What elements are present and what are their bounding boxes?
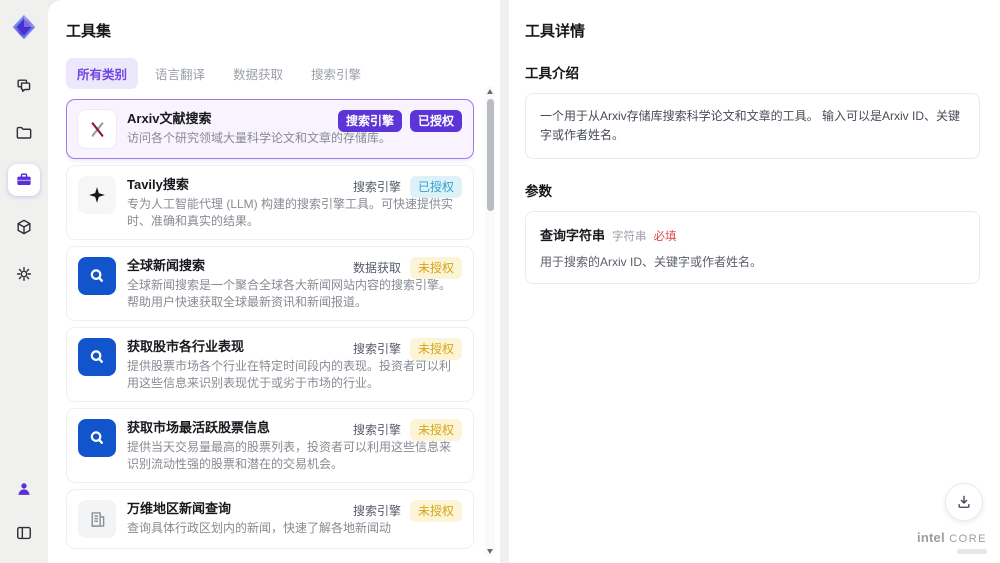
detail-title: 工具详情 bbox=[525, 23, 586, 40]
nav-rail bbox=[0, 0, 48, 563]
building-news-icon bbox=[78, 500, 116, 539]
auth-status-badge: 未授权 bbox=[409, 338, 462, 361]
list-scrollbar[interactable] bbox=[485, 86, 495, 557]
category-badge: 搜索引擎 bbox=[352, 423, 401, 438]
category-tabs: 所有类别 语言翻译 数据获取 搜索引擎 bbox=[66, 58, 474, 89]
auth-status-badge: 未授权 bbox=[409, 500, 462, 523]
intel-core-logo: intel CORE bbox=[917, 530, 987, 554]
tab-language-translation[interactable]: 语言翻译 bbox=[144, 58, 216, 89]
auth-status-badge: 未授权 bbox=[409, 257, 462, 280]
scrollbar-down-arrow[interactable] bbox=[487, 549, 493, 554]
category-badge: 搜索引擎 bbox=[337, 110, 402, 132]
magnifier-icon bbox=[78, 257, 116, 296]
param-type: 字符串 bbox=[612, 231, 647, 244]
chat-icon[interactable] bbox=[8, 70, 40, 102]
toolbox-icon[interactable] bbox=[8, 164, 40, 196]
tab-all-categories[interactable]: 所有类别 bbox=[66, 58, 139, 89]
download-icon bbox=[958, 495, 970, 508]
scrollbar-up-arrow[interactable] bbox=[487, 89, 493, 94]
category-badge: 数据获取 bbox=[352, 261, 401, 276]
tool-description: 提供股票市场各个行业在特定时间段内的表现。投资者可以利用这些信息来识别表现优于或… bbox=[127, 359, 452, 390]
main-content: 工具集 所有类别 语言翻译 数据获取 搜索引擎 Arxiv文献搜索 访问各个研究… bbox=[48, 0, 1000, 563]
core-wordmark: CORE bbox=[949, 533, 987, 545]
settings-gear-icon[interactable] bbox=[8, 258, 40, 290]
magnifier-icon bbox=[78, 419, 116, 458]
rail-nav bbox=[8, 70, 40, 290]
tool-description: 全球新闻搜索是一个聚合全球各大新闻网站内容的搜索引擎。帮助用户快速获取全球最新资… bbox=[127, 278, 452, 309]
tab-search-engine[interactable]: 搜索引擎 bbox=[300, 58, 372, 89]
cube-icon[interactable] bbox=[8, 211, 40, 243]
tool-description: 专为人工智能代理 (LLM) 构建的搜索引擎工具。可快速提供实时、准确和真实的结… bbox=[127, 197, 454, 228]
category-badge: 搜索引擎 bbox=[352, 504, 401, 519]
magnifier-icon bbox=[78, 338, 116, 377]
panel-toggle-icon[interactable] bbox=[8, 517, 40, 549]
tool-detail-panel: 工具详情 工具介绍 一个用于从Arxiv存储库搜索科学论文和文章的工具。 输入可… bbox=[509, 0, 1000, 563]
tool-card-arxiv[interactable]: Arxiv文献搜索 访问各个研究领域大量科学论文和文章的存储库。 搜索引擎 已授… bbox=[66, 99, 474, 159]
tavily-star-icon bbox=[78, 176, 116, 214]
auth-status-badge: 未授权 bbox=[409, 419, 462, 442]
auth-status-badge: 已授权 bbox=[409, 176, 462, 198]
tool-card-global-news[interactable]: 全球新闻搜索 全球新闻搜索是一个聚合全球各大新闻网站内容的搜索引擎。帮助用户快速… bbox=[66, 246, 474, 322]
brand-sub-bar bbox=[957, 549, 987, 554]
app-logo-icon bbox=[9, 12, 39, 42]
tool-description: 提供当天交易量最高的股票列表，投资者可以利用这些信息来识别流动性强的股票和潜在的… bbox=[127, 440, 452, 471]
category-badge: 搜索引擎 bbox=[352, 180, 401, 194]
tab-data-fetch[interactable]: 数据获取 bbox=[222, 58, 294, 89]
page-title: 工具集 bbox=[66, 23, 112, 40]
folder-icon[interactable] bbox=[8, 117, 40, 149]
param-box: 查询字符串 字符串 必填 用于搜索的Arxiv ID、关键字或作者姓名。 bbox=[525, 211, 980, 285]
rail-bottom bbox=[8, 473, 40, 549]
tools-list: Arxiv文献搜索 访问各个研究领域大量科学论文和文章的存储库。 搜索引擎 已授… bbox=[66, 99, 474, 554]
scrollbar-thumb[interactable] bbox=[486, 99, 494, 211]
tool-card-sector-performance[interactable]: 获取股市各行业表现 提供股票市场各个行业在特定时间段内的表现。投资者可以利用这些… bbox=[66, 327, 474, 403]
param-required-flag: 必填 bbox=[653, 231, 677, 244]
intro-box: 一个用于从Arxiv存储库搜索科学论文和文章的工具。 输入可以是Arxiv ID… bbox=[525, 93, 980, 160]
param-description: 用于搜索的Arxiv ID、关键字或作者姓名。 bbox=[540, 255, 763, 270]
download-button[interactable] bbox=[945, 483, 983, 521]
user-avatar-icon[interactable] bbox=[8, 473, 40, 505]
panel-divider bbox=[500, 0, 509, 563]
params-heading: 参数 bbox=[525, 184, 552, 200]
arxiv-x-icon bbox=[78, 110, 116, 148]
auth-status-badge: 已授权 bbox=[409, 110, 462, 132]
intel-wordmark: intel bbox=[917, 530, 945, 545]
intro-heading: 工具介绍 bbox=[525, 66, 579, 81]
tools-list-panel: 工具集 所有类别 语言翻译 数据获取 搜索引擎 Arxiv文献搜索 访问各个研究… bbox=[48, 0, 500, 563]
tool-description: 查询具体行政区划内的新闻，快速了解各地新闻动 bbox=[127, 521, 392, 536]
param-name: 查询字符串 bbox=[540, 228, 606, 244]
tool-description: 访问各个研究领域大量科学论文和文章的存储库。 bbox=[127, 131, 392, 145]
tool-card-tavily[interactable]: Tavily搜索 专为人工智能代理 (LLM) 构建的搜索引擎工具。可快速提供实… bbox=[66, 165, 474, 241]
tool-card-most-active-stocks[interactable]: 获取市场最活跃股票信息 提供当天交易量最高的股票列表，投资者可以利用这些信息来识… bbox=[66, 408, 474, 484]
category-badge: 搜索引擎 bbox=[352, 342, 401, 357]
app-root: 工具集 所有类别 语言翻译 数据获取 搜索引擎 Arxiv文献搜索 访问各个研究… bbox=[0, 0, 1000, 563]
tool-card-regional-news[interactable]: 万维地区新闻查询 查询具体行政区划内的新闻，快速了解各地新闻动 搜索引擎 未授权 bbox=[66, 489, 474, 550]
intro-text: 一个用于从Arxiv存储库搜索科学论文和文章的工具。 输入可以是Arxiv ID… bbox=[540, 109, 961, 143]
